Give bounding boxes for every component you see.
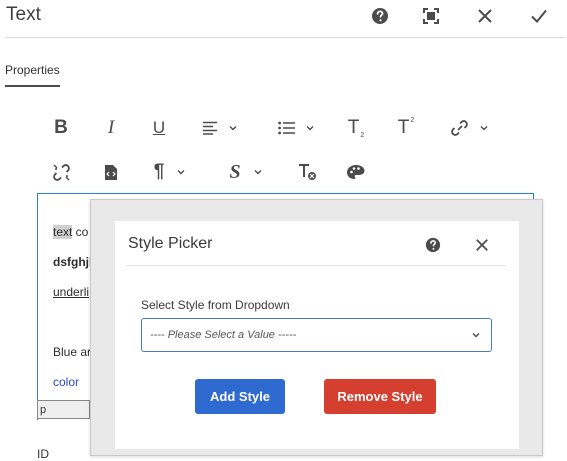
subscript-button[interactable]: T 2 — [339, 113, 373, 143]
style-picker-help-button[interactable] — [425, 237, 443, 255]
link-icon — [450, 120, 468, 136]
paste-as-text-button[interactable] — [94, 157, 128, 187]
palette-icon — [347, 165, 365, 179]
tab-properties[interactable]: Properties — [5, 63, 60, 87]
done-icon — [531, 9, 547, 23]
italic-button[interactable]: I — [94, 113, 128, 143]
subscript-icon: T 2 — [347, 117, 365, 139]
link-dropdown[interactable] — [441, 113, 497, 143]
justify-dropdown[interactable] — [192, 113, 248, 143]
help-button[interactable] — [368, 4, 392, 28]
align-left-icon — [203, 121, 217, 135]
underline-icon: U — [152, 118, 166, 137]
styles-icon: S — [229, 160, 241, 183]
paste-text-icon — [105, 164, 117, 180]
unlink-button[interactable] — [44, 157, 78, 187]
fullscreen-button[interactable] — [419, 4, 443, 28]
dialog-title: Text — [6, 4, 41, 25]
style-picker-button[interactable] — [339, 157, 373, 187]
style-select-dropdown[interactable]: ---- Please Select a Value ----- — [141, 318, 492, 352]
fullscreen-icon — [423, 8, 439, 24]
list-icon — [277, 121, 295, 135]
element-path-status: p — [37, 400, 90, 419]
remove-style-button[interactable]: Remove Style — [324, 379, 436, 414]
id-field-label: ID — [37, 447, 49, 461]
chevron-down-icon — [472, 333, 480, 338]
done-button[interactable] — [527, 4, 551, 28]
help-icon — [372, 8, 388, 24]
style-select-value: ---- Please Select a Value ----- — [150, 329, 297, 341]
chevron-down-icon — [306, 126, 313, 131]
clear-format-icon — [299, 164, 316, 180]
clear-format-button[interactable] — [290, 157, 324, 187]
unlink-icon — [52, 163, 70, 181]
add-style-button[interactable]: Add Style — [195, 379, 285, 414]
bold-icon: B — [54, 117, 68, 138]
close-icon — [476, 239, 488, 251]
chevron-down-icon — [254, 170, 262, 175]
editor-line: Blue ar — [53, 345, 92, 359]
close-icon — [478, 9, 492, 23]
italic-icon: I — [107, 117, 115, 138]
style-picker-close-button[interactable] — [475, 238, 491, 254]
editor-line: color — [53, 375, 80, 389]
underline-button[interactable]: U — [142, 113, 176, 143]
superscript-icon: T 2 — [397, 117, 415, 138]
list-dropdown[interactable] — [269, 113, 323, 143]
help-icon — [425, 237, 441, 253]
paragraph-format-dropdown[interactable]: ¶ — [142, 157, 198, 187]
editor-line: underli — [53, 285, 90, 299]
close-button[interactable] — [473, 4, 497, 28]
style-picker-divider — [126, 265, 506, 266]
select-style-label: Select Style from Dropdown — [141, 298, 290, 312]
paragraph-icon: ¶ — [153, 161, 165, 182]
styles-dropdown[interactable]: S — [218, 157, 274, 187]
header-divider — [5, 37, 566, 38]
editor-line: text co — [53, 225, 89, 239]
chevron-down-icon — [177, 170, 185, 175]
superscript-button[interactable]: T 2 — [389, 113, 423, 143]
chevron-down-icon — [229, 126, 237, 131]
chevron-down-icon — [480, 126, 487, 131]
bold-button[interactable]: B — [44, 113, 78, 143]
style-picker-title: Style Picker — [128, 235, 213, 252]
